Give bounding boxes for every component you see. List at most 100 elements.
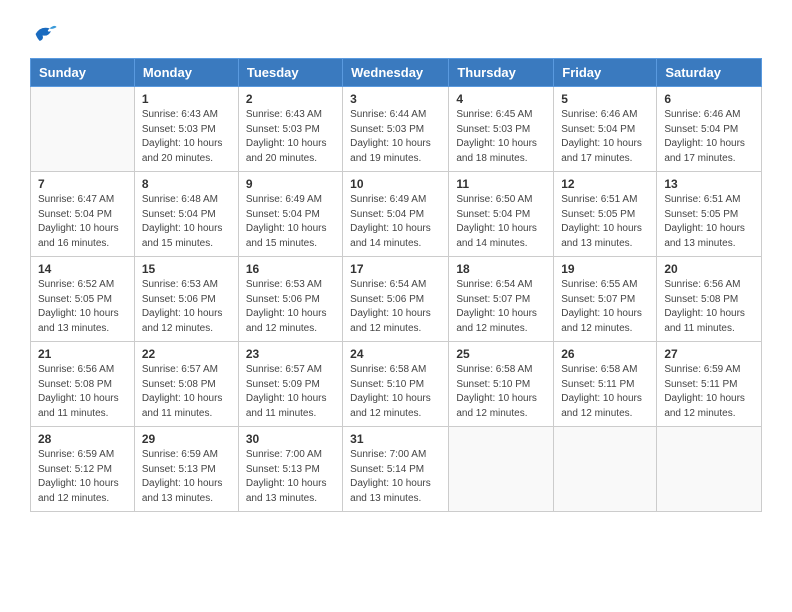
calendar-cell: 2 Sunrise: 6:43 AM Sunset: 5:03 PM Daylig… [238, 87, 342, 172]
calendar-header-saturday: Saturday [657, 59, 762, 87]
calendar-cell: 19 Sunrise: 6:55 AM Sunset: 5:07 PM Dayli… [554, 257, 657, 342]
week-row-1: 1 Sunrise: 6:43 AM Sunset: 5:03 PM Daylig… [31, 87, 762, 172]
day-info: Sunrise: 6:51 AM Sunset: 5:05 PM Dayligh… [664, 193, 754, 251]
calendar-cell: 6 Sunrise: 6:46 AM Sunset: 5:04 PM Daylig… [657, 87, 762, 172]
day-info: Sunrise: 7:00 AM Sunset: 5:13 PM Dayligh… [246, 448, 335, 506]
day-number: 4 [456, 92, 546, 106]
day-number: 10 [350, 177, 441, 191]
day-number: 2 [246, 92, 335, 106]
calendar-header-row: SundayMondayTuesdayWednesdayThursdayFrid… [31, 59, 762, 87]
day-info: Sunrise: 6:52 AM Sunset: 5:05 PM Dayligh… [38, 278, 127, 336]
calendar-header-monday: Monday [134, 59, 238, 87]
calendar-cell: 25 Sunrise: 6:58 AM Sunset: 5:10 PM Dayli… [449, 342, 554, 427]
calendar-cell: 11Sunrise: 6:50 AM Sunset: 5:04 PM Dayli… [449, 172, 554, 257]
calendar-cell: 7Sunrise: 6:47 AM Sunset: 5:04 PM Daylig… [31, 172, 135, 257]
day-number: 1 [142, 92, 231, 106]
calendar-cell: 20 Sunrise: 6:56 AM Sunset: 5:08 PM Dayli… [657, 257, 762, 342]
day-number: 17 [350, 262, 441, 276]
calendar-header-wednesday: Wednesday [343, 59, 449, 87]
calendar-cell: 1Sunrise: 6:43 AM Sunset: 5:03 PM Daylig… [134, 87, 238, 172]
calendar-cell: 12Sunrise: 6:51 AM Sunset: 5:05 PM Dayli… [554, 172, 657, 257]
logo-bird-icon [30, 20, 58, 48]
week-row-4: 21Sunrise: 6:56 AM Sunset: 5:08 PM Dayli… [31, 342, 762, 427]
calendar: SundayMondayTuesdayWednesdayThursdayFrid… [30, 58, 762, 512]
day-info: Sunrise: 6:49 AM Sunset: 5:04 PM Dayligh… [246, 193, 335, 251]
calendar-header-tuesday: Tuesday [238, 59, 342, 87]
calendar-cell [554, 427, 657, 512]
day-number: 22 [142, 347, 231, 361]
day-number: 5 [561, 92, 649, 106]
day-number: 25 [456, 347, 546, 361]
day-info: Sunrise: 6:45 AM Sunset: 5:03 PM Dayligh… [456, 108, 546, 166]
day-info: Sunrise: 6:58 AM Sunset: 5:11 PM Dayligh… [561, 363, 649, 421]
day-number: 3 [350, 92, 441, 106]
calendar-cell: 23 Sunrise: 6:57 AM Sunset: 5:09 PM Dayli… [238, 342, 342, 427]
day-number: 19 [561, 262, 649, 276]
day-info: Sunrise: 6:47 AM Sunset: 5:04 PM Dayligh… [38, 193, 127, 251]
day-info: Sunrise: 7:00 AM Sunset: 5:14 PM Dayligh… [350, 448, 441, 506]
day-info: Sunrise: 6:49 AM Sunset: 5:04 PM Dayligh… [350, 193, 441, 251]
day-info: Sunrise: 6:46 AM Sunset: 5:04 PM Dayligh… [664, 108, 754, 166]
day-info: Sunrise: 6:56 AM Sunset: 5:08 PM Dayligh… [664, 278, 754, 336]
week-row-5: 28 Sunrise: 6:59 AM Sunset: 5:12 PM Dayli… [31, 427, 762, 512]
day-info: Sunrise: 6:50 AM Sunset: 5:04 PM Dayligh… [456, 193, 546, 251]
logo [30, 20, 62, 48]
day-info: Sunrise: 6:59 AM Sunset: 5:11 PM Dayligh… [664, 363, 754, 421]
day-info: Sunrise: 6:59 AM Sunset: 5:13 PM Dayligh… [142, 448, 231, 506]
day-number: 9 [246, 177, 335, 191]
calendar-cell: 9 Sunrise: 6:49 AM Sunset: 5:04 PM Daylig… [238, 172, 342, 257]
day-info: Sunrise: 6:55 AM Sunset: 5:07 PM Dayligh… [561, 278, 649, 336]
day-info: Sunrise: 6:58 AM Sunset: 5:10 PM Dayligh… [456, 363, 546, 421]
day-info: Sunrise: 6:57 AM Sunset: 5:08 PM Dayligh… [142, 363, 231, 421]
day-number: 31 [350, 432, 441, 446]
day-number: 29 [142, 432, 231, 446]
calendar-cell: 30 Sunrise: 7:00 AM Sunset: 5:13 PM Dayli… [238, 427, 342, 512]
calendar-header-friday: Friday [554, 59, 657, 87]
header [30, 20, 762, 48]
calendar-header-sunday: Sunday [31, 59, 135, 87]
calendar-cell: 3 Sunrise: 6:44 AM Sunset: 5:03 PM Daylig… [343, 87, 449, 172]
day-info: Sunrise: 6:58 AM Sunset: 5:10 PM Dayligh… [350, 363, 441, 421]
calendar-cell: 17 Sunrise: 6:54 AM Sunset: 5:06 PM Dayli… [343, 257, 449, 342]
day-info: Sunrise: 6:53 AM Sunset: 5:06 PM Dayligh… [246, 278, 335, 336]
day-number: 6 [664, 92, 754, 106]
calendar-cell: 18 Sunrise: 6:54 AM Sunset: 5:07 PM Dayli… [449, 257, 554, 342]
calendar-cell: 4 Sunrise: 6:45 AM Sunset: 5:03 PM Daylig… [449, 87, 554, 172]
calendar-cell: 8 Sunrise: 6:48 AM Sunset: 5:04 PM Daylig… [134, 172, 238, 257]
day-number: 30 [246, 432, 335, 446]
day-info: Sunrise: 6:54 AM Sunset: 5:06 PM Dayligh… [350, 278, 441, 336]
week-row-3: 14 Sunrise: 6:52 AM Sunset: 5:05 PM Dayli… [31, 257, 762, 342]
week-row-2: 7Sunrise: 6:47 AM Sunset: 5:04 PM Daylig… [31, 172, 762, 257]
calendar-cell: 10 Sunrise: 6:49 AM Sunset: 5:04 PM Dayli… [343, 172, 449, 257]
day-info: Sunrise: 6:43 AM Sunset: 5:03 PM Dayligh… [246, 108, 335, 166]
day-number: 14 [38, 262, 127, 276]
calendar-cell: 13 Sunrise: 6:51 AM Sunset: 5:05 PM Dayli… [657, 172, 762, 257]
calendar-cell: 28 Sunrise: 6:59 AM Sunset: 5:12 PM Dayli… [31, 427, 135, 512]
day-info: Sunrise: 6:44 AM Sunset: 5:03 PM Dayligh… [350, 108, 441, 166]
calendar-cell: 15Sunrise: 6:53 AM Sunset: 5:06 PM Dayli… [134, 257, 238, 342]
calendar-cell: 14 Sunrise: 6:52 AM Sunset: 5:05 PM Dayli… [31, 257, 135, 342]
calendar-cell: 29 Sunrise: 6:59 AM Sunset: 5:13 PM Dayli… [134, 427, 238, 512]
day-info: Sunrise: 6:48 AM Sunset: 5:04 PM Dayligh… [142, 193, 231, 251]
day-info: Sunrise: 6:59 AM Sunset: 5:12 PM Dayligh… [38, 448, 127, 506]
day-number: 27 [664, 347, 754, 361]
calendar-cell: 22 Sunrise: 6:57 AM Sunset: 5:08 PM Dayli… [134, 342, 238, 427]
calendar-header-thursday: Thursday [449, 59, 554, 87]
day-number: 28 [38, 432, 127, 446]
day-number: 26 [561, 347, 649, 361]
calendar-cell: 24Sunrise: 6:58 AM Sunset: 5:10 PM Dayli… [343, 342, 449, 427]
day-number: 8 [142, 177, 231, 191]
day-info: Sunrise: 6:51 AM Sunset: 5:05 PM Dayligh… [561, 193, 649, 251]
calendar-cell [657, 427, 762, 512]
day-info: Sunrise: 6:46 AM Sunset: 5:04 PM Dayligh… [561, 108, 649, 166]
day-number: 20 [664, 262, 754, 276]
day-info: Sunrise: 6:57 AM Sunset: 5:09 PM Dayligh… [246, 363, 335, 421]
day-number: 21 [38, 347, 127, 361]
day-number: 18 [456, 262, 546, 276]
day-info: Sunrise: 6:54 AM Sunset: 5:07 PM Dayligh… [456, 278, 546, 336]
calendar-cell: 21Sunrise: 6:56 AM Sunset: 5:08 PM Dayli… [31, 342, 135, 427]
day-number: 13 [664, 177, 754, 191]
day-number: 23 [246, 347, 335, 361]
day-number: 16 [246, 262, 335, 276]
calendar-cell: 5 Sunrise: 6:46 AM Sunset: 5:04 PM Daylig… [554, 87, 657, 172]
